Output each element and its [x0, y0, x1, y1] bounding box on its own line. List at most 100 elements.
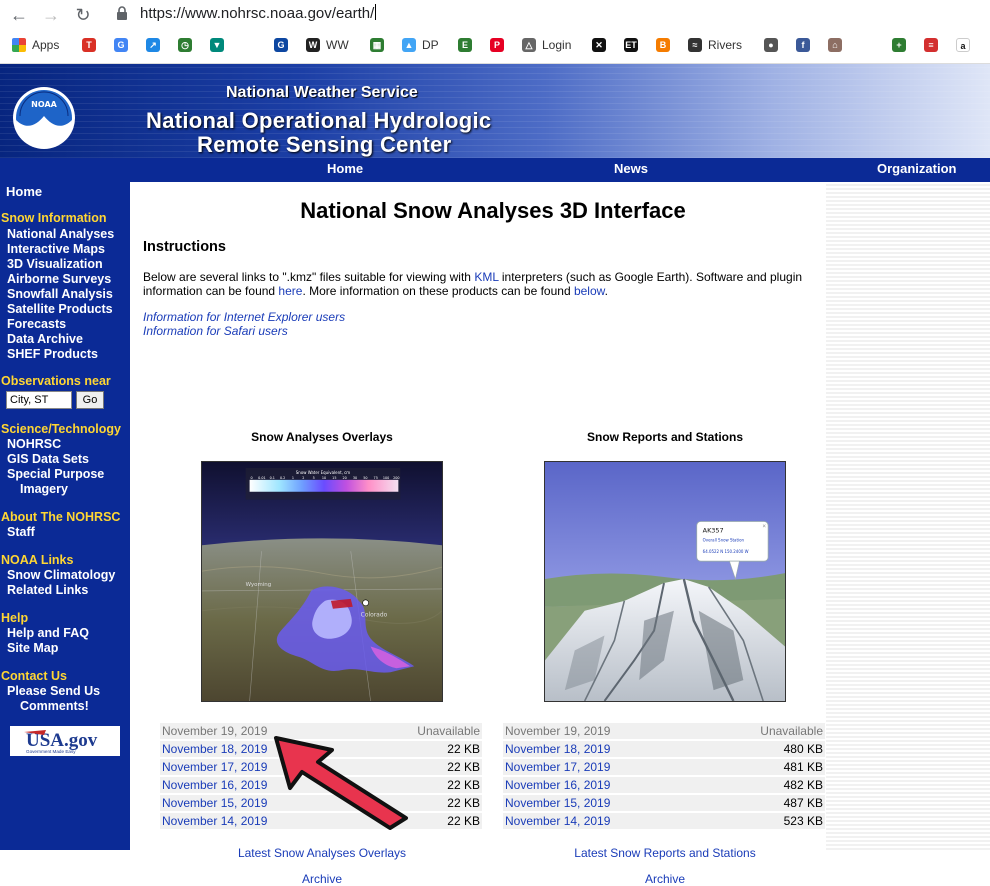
bookmark-19[interactable]: ⌂: [828, 36, 842, 54]
overlay-date-link[interactable]: November 17, 2019: [162, 760, 267, 774]
sidebar-item-gis-data-sets[interactable]: GIS Data Sets: [7, 452, 89, 466]
sidebar-item-site-map[interactable]: Site Map: [7, 641, 58, 655]
sidebar-item-forecasts[interactable]: Forecasts: [7, 317, 66, 331]
legend-tick-label: 0.2: [280, 476, 285, 480]
sidebar-item-snow-climatology[interactable]: Snow Climatology: [7, 568, 115, 582]
sidebar-item-staff[interactable]: Staff: [7, 525, 35, 539]
forward-arrow-icon[interactable]: →: [40, 4, 62, 26]
sidebar-item-help-faq[interactable]: Help and FAQ: [7, 626, 89, 640]
topnav-home[interactable]: Home: [327, 161, 363, 176]
overlay-date-link[interactable]: November 16, 2019: [162, 778, 267, 792]
latest-overlays-link[interactable]: Latest Snow Analyses Overlays: [157, 846, 487, 860]
center-name-line-2: Remote Sensing Center: [197, 132, 452, 157]
sidebar-item-snowfall-analysis[interactable]: Snowfall Analysis: [7, 287, 113, 301]
table-row[interactable]: November 14, 2019 523 KB: [503, 813, 825, 829]
snow-analyses-3d-map[interactable]: Wyoming Colorado Snow Water Equivalent, …: [201, 461, 443, 702]
bookmark-10[interactable]: E: [458, 36, 472, 54]
reload-icon[interactable]: ↻: [72, 4, 94, 26]
bookmark-15[interactable]: B: [656, 36, 670, 54]
observations-go-button[interactable]: Go: [76, 391, 104, 409]
city-state-input[interactable]: [6, 391, 72, 409]
overlay-date-link[interactable]: November 14, 2019: [162, 814, 267, 828]
table-row[interactable]: November 16, 2019 482 KB: [503, 777, 825, 793]
report-date-cell: November 16, 2019: [503, 777, 697, 793]
snow-reports-3d-map[interactable]: AK357 Overall Snow Station 64.0522 N 150…: [544, 461, 786, 702]
back-arrow-icon[interactable]: ←: [8, 4, 30, 26]
sidebar-item-special-purpose[interactable]: Special Purpose: [7, 467, 104, 481]
bookmark-13[interactable]: ✕: [592, 36, 606, 54]
bookmark-17[interactable]: ●: [764, 36, 778, 54]
sidebar-item-shef-products[interactable]: SHEF Products: [7, 347, 98, 361]
report-date-link[interactable]: November 18, 2019: [505, 742, 610, 756]
sidebar-item-related-links[interactable]: Related Links: [7, 583, 88, 597]
bookmark-0[interactable]: Apps: [12, 36, 59, 54]
report-date-link[interactable]: November 15, 2019: [505, 796, 610, 810]
overlay-date-link[interactable]: November 15, 2019: [162, 796, 267, 810]
sidebar-item-interactive-maps[interactable]: Interactive Maps: [7, 242, 105, 256]
bookmark-5[interactable]: ▼: [210, 36, 224, 54]
sidebar-heading-snow-information: Snow Information: [1, 211, 107, 225]
bookmark-20[interactable]: +: [892, 36, 906, 54]
bookmark-3[interactable]: ↗: [146, 36, 160, 54]
overlays-archive-link[interactable]: Archive: [157, 872, 487, 886]
overlay-date-link[interactable]: November 18, 2019: [162, 742, 267, 756]
bookmark-7[interactable]: W WW: [306, 36, 349, 54]
agency-name: National Weather Service: [226, 84, 418, 101]
safari-users-link[interactable]: Information for Safari users: [143, 324, 288, 338]
bookmark-6[interactable]: G: [274, 36, 288, 54]
annotation-arrow-icon: [274, 736, 408, 830]
here-link[interactable]: here: [278, 284, 302, 298]
bookmark-14[interactable]: ET: [624, 36, 638, 54]
swe-legend-ticks: 0 0.01 0.1 0.2 1 2 5 10 15 20 30 50 75 100 200: [251, 476, 400, 480]
sidebar-item-satellite-products[interactable]: Satellite Products: [7, 302, 113, 316]
bookmark-4[interactable]: ◷: [178, 36, 192, 54]
sidebar-item-imagery[interactable]: Imagery: [20, 482, 68, 496]
bookmark-8[interactable]: ▦: [370, 36, 384, 54]
right-gutter: [826, 182, 990, 850]
report-date-link[interactable]: November 16, 2019: [505, 778, 610, 792]
usa-gov-tagline: Government Made Easy: [26, 749, 76, 754]
bookmark-18[interactable]: f: [796, 36, 810, 54]
bookmark-12[interactable]: △ Login: [522, 36, 571, 54]
legend-tick-label: 20: [343, 476, 347, 480]
kml-link[interactable]: KML: [474, 270, 498, 284]
table-row[interactable]: November 17, 2019 481 KB: [503, 759, 825, 775]
table-row: November 19, 2019 Unavailable: [503, 723, 825, 739]
report-date-link[interactable]: November 17, 2019: [505, 760, 610, 774]
bookmark-2[interactable]: G: [114, 36, 128, 54]
url-text[interactable]: https://www.nohrsc.noaa.gov/earth/: [140, 4, 377, 22]
site-banner: NOAA National Weather Service National O…: [0, 64, 990, 158]
sidebar-item-airborne-surveys[interactable]: Airborne Surveys: [7, 272, 111, 286]
topnav-organization[interactable]: Organization: [877, 161, 956, 176]
sidebar-item-national-analyses[interactable]: National Analyses: [7, 227, 114, 241]
sidebar-item-please-send-us[interactable]: Please Send Us: [7, 684, 100, 698]
below-link[interactable]: below: [574, 284, 605, 298]
table-row[interactable]: November 15, 2019 487 KB: [503, 795, 825, 811]
bookmark-11[interactable]: P: [490, 36, 504, 54]
sidebar-item-3d-visualization[interactable]: 3D Visualization: [7, 257, 103, 271]
t-bookmark-icon: T: [82, 38, 96, 52]
bookmark-21[interactable]: ≡: [924, 36, 938, 54]
sidebar-item-comments[interactable]: Comments!: [20, 699, 89, 713]
ie-users-link[interactable]: Information for Internet Explorer users: [143, 310, 345, 324]
legend-tick-label: 5: [313, 476, 315, 480]
bookmark-9[interactable]: ▲ DP: [402, 36, 439, 54]
bookmark-16[interactable]: ≈ Rivers: [688, 36, 742, 54]
shield-bookmark-icon: ▼: [210, 38, 224, 52]
sidebar-item-data-archive[interactable]: Data Archive: [7, 332, 83, 346]
sidebar-home[interactable]: Home: [6, 184, 42, 199]
report-date-link[interactable]: November 14, 2019: [505, 814, 610, 828]
address-bar[interactable]: https://www.nohrsc.noaa.gov/earth/: [106, 2, 990, 26]
usa-gov-logo[interactable]: USA.gov Government Made Easy: [10, 726, 120, 756]
topnav-news[interactable]: News: [614, 161, 648, 176]
bookmark-22[interactable]: a: [956, 36, 970, 54]
latest-reports-link[interactable]: Latest Snow Reports and Stations: [500, 846, 830, 860]
reports-archive-link[interactable]: Archive: [500, 872, 830, 886]
b-bookmark-icon: B: [656, 38, 670, 52]
page-title: National Snow Analyses 3D Interface: [300, 198, 686, 223]
bookmark-1[interactable]: T: [82, 36, 96, 54]
noaa-logo-icon[interactable]: NOAA: [12, 86, 76, 150]
table-row[interactable]: November 18, 2019 480 KB: [503, 741, 825, 757]
report-size-cell: Unavailable: [697, 723, 825, 739]
sidebar-item-nohrsc[interactable]: NOHRSC: [7, 437, 61, 451]
